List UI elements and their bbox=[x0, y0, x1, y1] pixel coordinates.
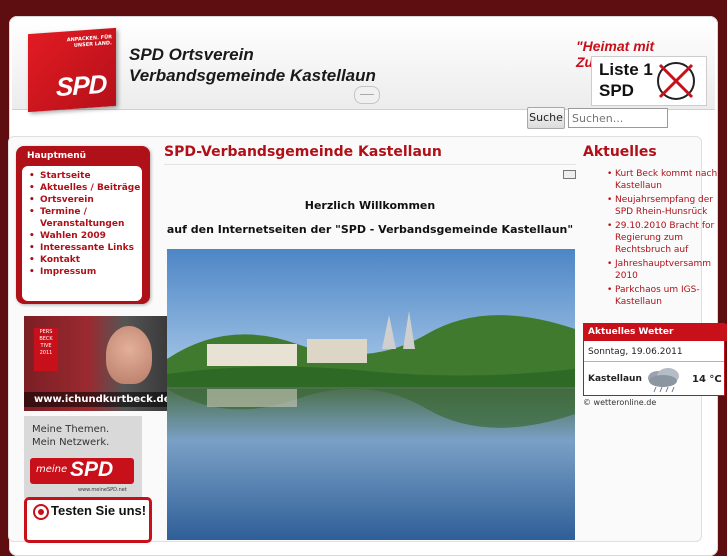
search-button[interactable]: Suche bbox=[527, 107, 565, 129]
menu-item-aktuelles[interactable]: Aktuelles / Beiträge bbox=[22, 182, 142, 194]
meine-spd-url: www.meineSPD.net bbox=[78, 487, 127, 493]
aktuelles-title: Aktuelles bbox=[583, 144, 657, 160]
title-divider bbox=[164, 164, 576, 165]
weather-town[interactable]: Kastellaun bbox=[588, 374, 642, 384]
lake-town-photo bbox=[167, 249, 575, 540]
news-item[interactable]: Jahreshauptversamm 2010 bbox=[583, 258, 719, 282]
menu-item-impressum[interactable]: Impressum bbox=[22, 266, 142, 278]
meine-spd-banner[interactable]: Meine Themen. Mein Netzwerk. meine SPD w… bbox=[24, 416, 142, 498]
testen-banner[interactable]: Testen Sie uns! bbox=[24, 497, 152, 543]
news-item[interactable]: 29.10.2010 Bracht for Regierung zum Rech… bbox=[583, 220, 719, 256]
meine-spd-word: SPD bbox=[70, 458, 114, 481]
site-title[interactable]: SPD Ortsverein Verbandsgemeinde Kastella… bbox=[129, 44, 376, 86]
main-menu-title: Hauptmenü bbox=[27, 151, 87, 161]
ballot-cross-icon bbox=[657, 62, 695, 100]
ballot-line2: SPD bbox=[599, 81, 634, 100]
weather-divider bbox=[584, 361, 724, 362]
spd-logo[interactable]: ANPACKEN. FÜR UNSER LAND. SPD bbox=[28, 27, 116, 113]
page-title: SPD-Verbandsgemeinde Kastellaun bbox=[164, 144, 442, 160]
weather-credit[interactable]: © wetteronline.de bbox=[583, 398, 656, 407]
meine-line2: Mein Netzwerk. bbox=[32, 437, 110, 448]
site-title-line1: SPD Ortsverein bbox=[129, 45, 254, 64]
beck-banner-url: www.ichundkurtbeck.de bbox=[24, 392, 167, 407]
welcome-subheading: auf den Internetseiten der "SPD - Verban… bbox=[166, 223, 574, 236]
email-icon[interactable] bbox=[563, 170, 576, 179]
main-menu-list: Startseite Aktuelles / Beiträge Ortsvere… bbox=[22, 166, 142, 301]
weather-date: Sonntag, 19.06.2011 bbox=[588, 347, 683, 357]
meine-word: meine bbox=[36, 464, 68, 475]
logo-slogan: ANPACKEN. FÜR UNSER LAND. bbox=[66, 34, 112, 49]
beck-tag: PERS BECK TIVE 2011 bbox=[34, 328, 58, 371]
weather-temperature: 14 °C bbox=[692, 374, 722, 385]
header-collapse-handle[interactable] bbox=[354, 86, 380, 104]
main-menu: Hauptmenü Startseite Aktuelles / Beiträg… bbox=[16, 146, 150, 304]
menu-item-startseite[interactable]: Startseite bbox=[22, 170, 142, 182]
menu-item-wahlen[interactable]: Wahlen 2009 bbox=[22, 230, 142, 242]
ballot-graphic: Liste 1 SPD bbox=[591, 56, 707, 106]
menu-item-kontakt[interactable]: Kontakt bbox=[22, 254, 142, 266]
news-list: Kurt Beck kommt nach Kastellaun Neujahrs… bbox=[583, 168, 719, 310]
weather-header: Aktuelles Wetter bbox=[584, 324, 727, 341]
testen-text: Testen Sie uns! bbox=[51, 503, 147, 518]
meine-spd-logo: meine SPD bbox=[30, 458, 134, 484]
site-title-line2: Verbandsgemeinde Kastellaun bbox=[129, 66, 376, 85]
menu-item-links[interactable]: Interessante Links bbox=[22, 242, 142, 254]
cloud-rain-icon bbox=[648, 368, 679, 393]
news-item[interactable]: Neujahrsempfang der SPD Rhein-Hunsrück bbox=[583, 194, 719, 218]
meine-spd-text: Meine Themen. Mein Netzwerk. bbox=[32, 423, 109, 449]
meine-line1: Meine Themen. bbox=[32, 424, 110, 435]
logo-text: SPD bbox=[56, 68, 107, 103]
weather-widget: Aktuelles Wetter Sonntag, 19.06.2011 Kas… bbox=[583, 323, 727, 396]
ballot-line1: Liste 1 bbox=[599, 60, 653, 79]
news-item[interactable]: Parkchaos um IGS- Kastellaun bbox=[583, 284, 719, 308]
menu-item-termine[interactable]: Termine / Veranstaltungen bbox=[22, 206, 142, 230]
search-input[interactable] bbox=[568, 108, 668, 128]
ballot-text: Liste 1 SPD bbox=[599, 59, 653, 101]
kurt-beck-banner[interactable]: PERS BECK TIVE 2011 www.ichundkurtbeck.d… bbox=[24, 316, 167, 411]
target-icon bbox=[33, 504, 49, 520]
welcome-heading: Herzlich Willkommen bbox=[304, 199, 436, 212]
portrait-image bbox=[106, 326, 152, 384]
news-item[interactable]: Kurt Beck kommt nach Kastellaun bbox=[583, 168, 719, 192]
menu-item-ortsverein[interactable]: Ortsverein bbox=[22, 194, 142, 206]
